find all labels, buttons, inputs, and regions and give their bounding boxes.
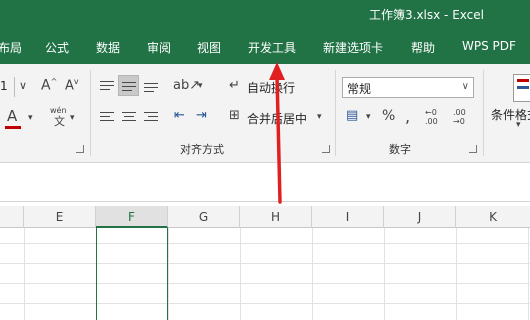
- column-header-e[interactable]: E: [24, 206, 96, 228]
- align-top-icon[interactable]: [100, 81, 114, 92]
- tab-review[interactable]: 审阅: [147, 39, 171, 56]
- decrease-font-size-icon[interactable]: Av: [65, 78, 79, 93]
- selected-column-f[interactable]: [96, 228, 168, 320]
- column-header-partial[interactable]: [0, 206, 24, 228]
- conditional-formatting-icon[interactable]: [513, 74, 530, 102]
- align-center-icon[interactable]: [122, 112, 136, 123]
- cell-grid[interactable]: [0, 228, 530, 320]
- row-line: [0, 283, 530, 284]
- font-color-bar: [5, 126, 21, 129]
- column-header-k[interactable]: K: [456, 206, 530, 228]
- orientation-icon[interactable]: ab↗: [173, 79, 200, 92]
- alignment-dialog-launcher-icon[interactable]: [322, 145, 330, 153]
- font-size-value[interactable]: 1: [0, 79, 8, 93]
- merge-center-icon[interactable]: ⊞: [229, 109, 240, 122]
- number-format-value: 常规: [347, 82, 372, 96]
- tab-data[interactable]: 数据: [96, 39, 120, 56]
- accounting-format-icon[interactable]: ▤: [346, 109, 358, 122]
- number-format-dropdown[interactable]: 常规 ∨: [342, 77, 474, 98]
- formula-bar-area[interactable]: [0, 164, 530, 202]
- column-line: [528, 228, 529, 320]
- separator: [90, 70, 91, 156]
- tab-help[interactable]: 帮助: [411, 39, 435, 56]
- column-header-i[interactable]: I: [312, 206, 384, 228]
- align-left-icon[interactable]: [100, 112, 114, 123]
- phonetic-guide-label[interactable]: wén: [50, 107, 67, 115]
- column-header-j[interactable]: J: [384, 206, 456, 228]
- number-dialog-launcher-icon[interactable]: [469, 145, 477, 153]
- align-middle-icon[interactable]: [122, 81, 136, 92]
- number-group-label: 数字: [389, 143, 411, 156]
- comma-style-icon[interactable]: ,: [405, 109, 410, 125]
- column-line: [240, 228, 241, 320]
- decrease-indent-icon[interactable]: ⇤: [174, 109, 185, 122]
- ribbon-tab-bar: 布局 公式 数据 审阅 视图 开发工具 新建选项卡 帮助 WPS PDF: [0, 30, 530, 64]
- font-color-icon[interactable]: A: [7, 109, 17, 124]
- column-line: [312, 228, 313, 320]
- tab-view[interactable]: 视图: [197, 39, 221, 56]
- increase-indent-icon[interactable]: ⇥: [196, 109, 207, 122]
- tab-formulas[interactable]: 公式: [45, 39, 69, 56]
- title-bar: 工作簿3.xlsx - Excel: [0, 0, 530, 30]
- wrap-text-button[interactable]: 自动换行: [247, 79, 295, 96]
- phonetic-guide-icon[interactable]: 文: [54, 116, 65, 127]
- tab-wps-pdf[interactable]: WPS PDF: [462, 39, 516, 53]
- column-header-h[interactable]: H: [240, 206, 312, 228]
- tab-page-layout[interactable]: 布局: [0, 39, 22, 56]
- column-line: [24, 228, 25, 320]
- conditional-formatting-dropdown-icon[interactable]: ▾: [516, 121, 521, 130]
- font-size-dropdown-icon[interactable]: ∨: [19, 80, 27, 91]
- ribbon: 1 ∨ A^ Av A ▾ wén 文 ▾ ab↗ ▾ ⇤ ⇥ ↵ 自动换行 ⊞…: [0, 64, 530, 163]
- increase-decimal-icon[interactable]: ←0.00: [425, 108, 438, 126]
- percent-style-icon[interactable]: %: [382, 109, 395, 123]
- font-dialog-launcher-icon[interactable]: [76, 145, 84, 153]
- align-right-icon[interactable]: [144, 112, 158, 123]
- column-line: [456, 228, 457, 320]
- column-line: [384, 228, 385, 320]
- orientation-dropdown-icon[interactable]: ▾: [198, 82, 203, 91]
- row-line: [0, 303, 530, 304]
- row-line: [0, 263, 530, 264]
- phonetic-dropdown-icon[interactable]: ▾: [70, 114, 75, 123]
- font-color-dropdown-icon[interactable]: ▾: [28, 114, 33, 123]
- separator: [483, 70, 484, 156]
- font-size-box-edge: [14, 77, 15, 97]
- separator: [335, 70, 336, 156]
- align-bottom-icon[interactable]: [144, 81, 158, 92]
- wrap-text-icon[interactable]: ↵: [229, 79, 240, 92]
- tab-developer[interactable]: 开发工具: [248, 39, 296, 56]
- conditional-formatting-button[interactable]: 条件格式: [491, 106, 530, 123]
- window-title: 工作簿3.xlsx - Excel: [369, 8, 484, 22]
- column-line: [168, 228, 169, 320]
- column-header-g[interactable]: G: [168, 206, 240, 228]
- merge-center-button[interactable]: 合并后居中: [247, 110, 307, 127]
- chevron-down-icon: ∨: [461, 81, 469, 92]
- merge-dropdown-icon[interactable]: ▾: [317, 113, 322, 122]
- tab-new-tab[interactable]: 新建选项卡: [323, 39, 383, 56]
- alignment-group-label: 对齐方式: [180, 143, 224, 156]
- decrease-decimal-icon[interactable]: .00 →0: [453, 108, 466, 126]
- row-line: [0, 243, 530, 244]
- increase-font-size-icon[interactable]: A^: [41, 78, 57, 93]
- column-header-f[interactable]: F: [96, 206, 168, 228]
- column-header-row: E F G H I J K: [0, 206, 530, 228]
- accounting-dropdown-icon[interactable]: ▾: [366, 113, 371, 122]
